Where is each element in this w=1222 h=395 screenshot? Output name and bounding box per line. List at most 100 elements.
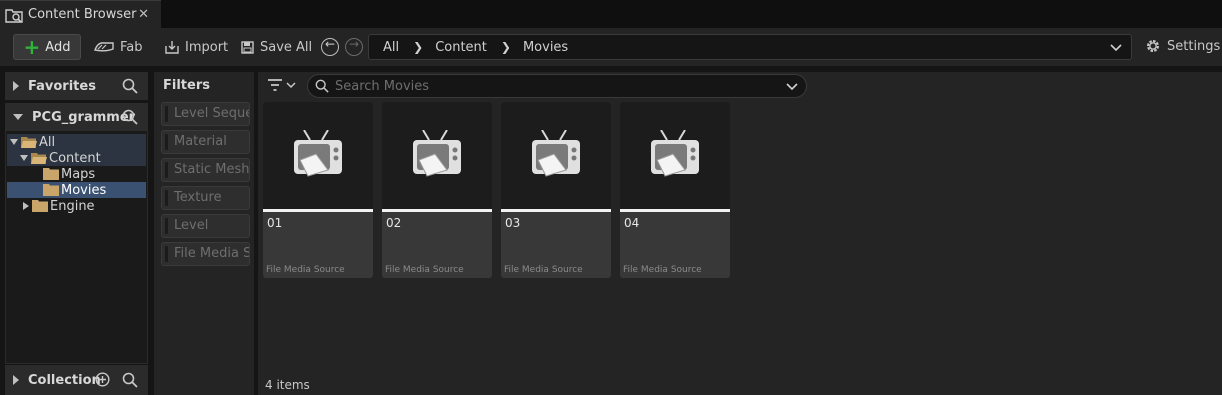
filter-level-sequencer[interactable]: Level Sequencer: [161, 102, 250, 126]
folder-tree: All Content Maps Movies Engine: [5, 130, 148, 364]
favorites-header[interactable]: Favorites: [5, 72, 148, 100]
tree-item-label: All: [39, 134, 56, 150]
filters-panel: Filters Level Sequencer Material Static …: [154, 72, 254, 395]
collapse-arrow-icon[interactable]: [13, 114, 23, 120]
asset-name: 01: [267, 216, 283, 230]
expand-arrow-icon[interactable]: [13, 81, 19, 91]
save-icon: [241, 40, 254, 54]
asset-type-bar: [382, 209, 492, 212]
tree-item-maps[interactable]: Maps: [7, 166, 146, 182]
asset-thumbnail: [263, 102, 373, 209]
save-all-button[interactable]: Save All: [241, 34, 312, 60]
breadcrumb-all[interactable]: All: [383, 40, 399, 55]
breadcrumb-content[interactable]: Content: [435, 40, 487, 55]
filter-file-media-source[interactable]: File Media Source: [161, 242, 250, 266]
filter-material[interactable]: Material: [161, 130, 250, 154]
tab-title: Content Browser: [28, 7, 137, 22]
collapse-arrow-icon[interactable]: [20, 155, 28, 161]
forward-button[interactable]: →: [345, 37, 363, 56]
asset-thumbnail: [620, 102, 730, 209]
gear-icon: [1147, 40, 1159, 52]
back-button[interactable]: ←: [321, 37, 339, 56]
content-browser-icon: [5, 8, 23, 23]
asset-tile[interactable]: 02 File Media Source: [382, 102, 492, 278]
tab-bar: Content Browser ✕: [0, 0, 1222, 28]
expand-arrow-icon[interactable]: [13, 375, 19, 385]
folder-icon: [43, 168, 59, 180]
asset-type: File Media Source: [623, 265, 702, 275]
folder-icon: [32, 200, 48, 212]
settings-button[interactable]: Settings: [1145, 38, 1220, 54]
asset-tile[interactable]: 01 File Media Source: [263, 102, 373, 278]
folder-open-icon: [21, 137, 37, 148]
asset-name: 02: [386, 216, 402, 230]
chevron-down-icon[interactable]: [1109, 40, 1123, 54]
fab-label: Fab: [120, 39, 143, 55]
chevron-right-icon[interactable]: ❯: [413, 40, 423, 54]
tree-item-content[interactable]: Content: [7, 150, 146, 166]
arrow-right-icon: →: [348, 37, 360, 51]
add-circle-icon[interactable]: [95, 372, 110, 387]
sources-panel: Favorites PCG_grammer All Content Maps M…: [5, 72, 148, 395]
expand-arrow-icon[interactable]: [23, 202, 29, 210]
collection-label: Collection: [28, 372, 101, 388]
media-tv-icon: [532, 130, 580, 177]
search-input[interactable]: [335, 78, 775, 94]
asset-type-bar: [263, 209, 373, 212]
asset-type: File Media Source: [504, 265, 583, 275]
tree-item-label: Engine: [50, 198, 95, 214]
close-icon[interactable]: ✕: [138, 7, 149, 22]
item-count: 4 items: [265, 378, 310, 392]
save-all-label: Save All: [260, 39, 313, 55]
import-label: Import: [185, 39, 229, 55]
tree-item-label: Maps: [61, 166, 96, 182]
filter-level[interactable]: Level: [161, 214, 250, 238]
add-button[interactable]: + Add: [13, 34, 81, 60]
folder-icon: [43, 184, 59, 196]
chevron-down-icon[interactable]: [785, 79, 799, 93]
filter-icon: [268, 79, 282, 91]
tree-item-all[interactable]: All: [7, 134, 146, 150]
project-label: PCG_grammer: [32, 109, 136, 125]
arrow-left-icon: ←: [324, 37, 336, 51]
asset-tile[interactable]: 03 File Media Source: [501, 102, 611, 278]
fab-icon: [94, 42, 114, 52]
tree-item-label: Movies: [61, 182, 107, 198]
asset-name: 04: [624, 216, 640, 230]
asset-name: 03: [505, 216, 521, 230]
settings-label: Settings: [1167, 38, 1221, 54]
asset-view: 01 File Media Source 02 File Media Sourc…: [258, 72, 1222, 395]
chevron-right-icon[interactable]: ❯: [501, 40, 511, 54]
search-field[interactable]: [307, 74, 807, 98]
search-icon[interactable]: [122, 372, 138, 388]
import-button[interactable]: Import: [165, 34, 228, 60]
tab-content-browser[interactable]: Content Browser ✕: [0, 0, 161, 28]
plus-icon: +: [23, 35, 41, 59]
tree-item-movies[interactable]: Movies: [7, 182, 146, 198]
asset-thumbnail: [382, 102, 492, 209]
favorites-label: Favorites: [28, 78, 96, 94]
search-icon: [315, 79, 329, 93]
filter-static-mesh[interactable]: Static Mesh: [161, 158, 250, 182]
asset-type: File Media Source: [266, 265, 345, 275]
tree-item-label: Content: [49, 150, 101, 166]
add-label: Add: [45, 39, 71, 55]
search-icon[interactable]: [122, 109, 138, 125]
filter-dropdown-button[interactable]: [267, 78, 296, 92]
asset-type-bar: [620, 209, 730, 212]
filter-texture[interactable]: Texture: [161, 186, 250, 210]
asset-type: File Media Source: [385, 265, 464, 275]
asset-tile[interactable]: 04 File Media Source: [620, 102, 730, 278]
project-header[interactable]: PCG_grammer: [5, 103, 148, 131]
collapse-arrow-icon[interactable]: [10, 139, 18, 145]
tree-item-engine[interactable]: Engine: [7, 198, 146, 214]
collection-header[interactable]: Collection: [5, 365, 148, 395]
fab-button[interactable]: Fab: [94, 34, 143, 60]
chevron-down-icon: [286, 82, 296, 89]
breadcrumb-movies[interactable]: Movies: [523, 40, 568, 55]
media-tv-icon: [294, 130, 342, 177]
search-icon[interactable]: [122, 78, 138, 94]
import-icon: [165, 41, 179, 54]
media-tv-icon: [413, 130, 461, 177]
media-tv-icon: [651, 130, 699, 177]
